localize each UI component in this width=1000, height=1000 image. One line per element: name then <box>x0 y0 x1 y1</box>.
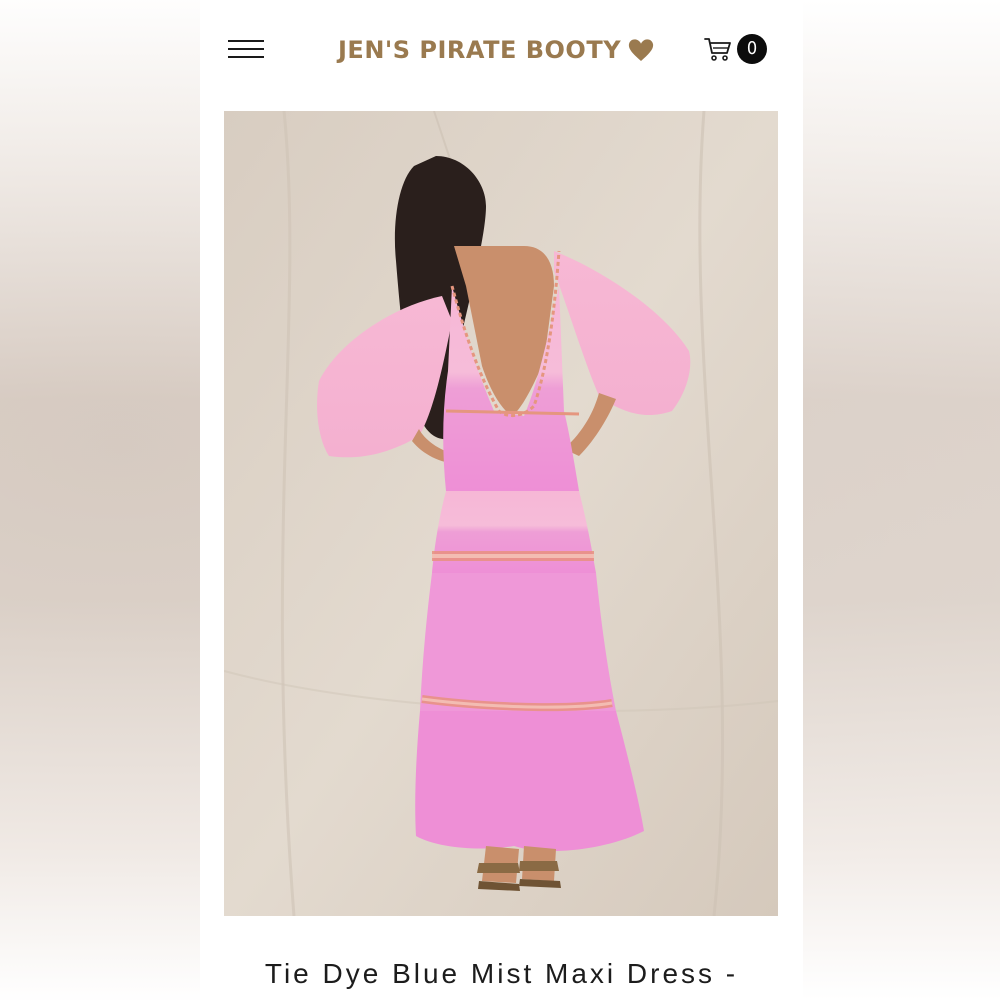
shopping-cart-icon[interactable] <box>703 34 733 64</box>
product-image[interactable] <box>224 111 778 916</box>
cart-count-badge[interactable]: 0 <box>737 34 767 64</box>
site-header: JEN'S PIRATE BOOTY 0 <box>200 0 803 100</box>
site-logo[interactable]: JEN'S PIRATE BOOTY <box>338 30 655 70</box>
product-photo <box>224 111 778 916</box>
mobile-screen: JEN'S PIRATE BOOTY 0 Tie Dye Blue Mist M… <box>200 0 803 1000</box>
heart-icon <box>628 39 654 61</box>
product-title[interactable]: Tie Dye Blue Mist Maxi Dress - <box>200 958 803 990</box>
hamburger-menu-icon[interactable] <box>228 38 264 60</box>
logo-text: JEN'S PIRATE BOOTY <box>338 36 622 64</box>
